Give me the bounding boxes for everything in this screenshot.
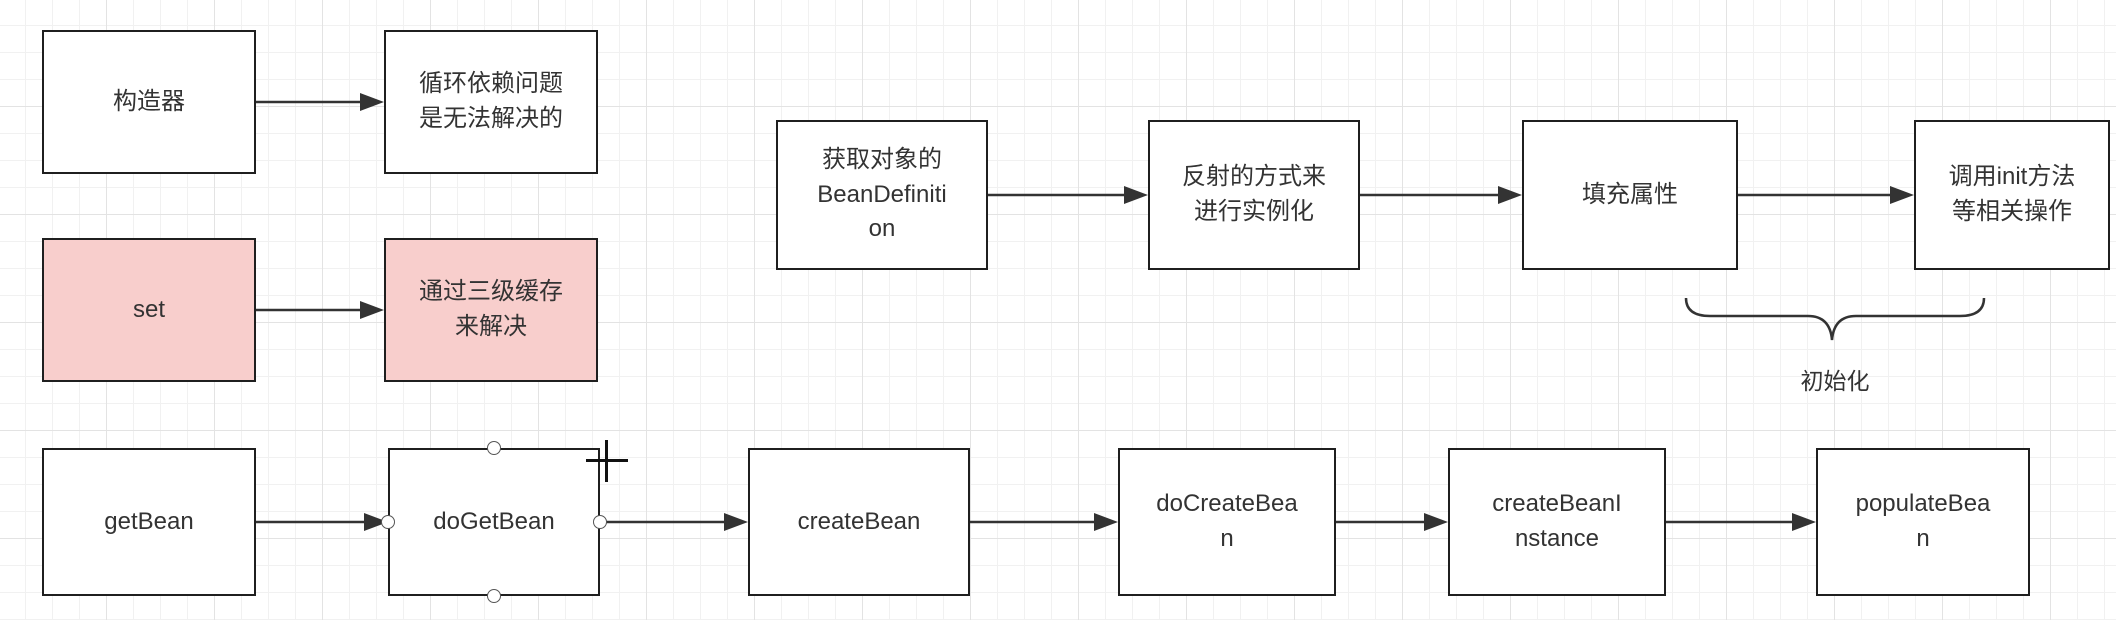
call-step-label: doGetBean [433,507,555,535]
selection-handle-top[interactable] [487,441,501,455]
init-brace [1684,297,1986,341]
lifecycle-step-init[interactable]: 调用init方法 等相关操作 [1914,120,2110,270]
arrow-getbean-to-dogetbean [256,513,388,531]
call-step-dogetbean[interactable]: doGetBean [388,448,600,596]
call-step-getbean[interactable]: getBean [42,448,256,596]
constructor-label: 构造器 [113,87,185,115]
arrow-set-to-note [256,301,384,319]
call-step-docreatebean[interactable]: doCreateBea n [1118,448,1336,596]
call-step-createbean[interactable]: createBean [748,448,970,596]
call-step-createbeaninstance[interactable]: createBeanI nstance [1448,448,1666,596]
arrow-step1-to-step2 [988,186,1148,204]
selection-handle-right[interactable] [593,515,607,529]
arrow-dogetbean-to-createbean [600,513,748,531]
lifecycle-step-label: 调用init方法 等相关操作 [1948,163,2076,225]
setter-label: set [132,295,165,323]
arrow-step3-to-step4 [1738,186,1914,204]
lifecycle-step-populate[interactable]: 填充属性 [1522,120,1738,270]
setter-box[interactable]: set [42,238,256,382]
lifecycle-step-label: 反射的方式来 进行实例化 [1182,163,1326,225]
constructor-note-box[interactable]: 循环依赖问题 是无法解决的 [384,30,598,174]
call-step-label: populateBea n [1855,490,1991,552]
arrow-constructor-to-note [256,93,384,111]
arrow-step2-to-step3 [1360,186,1522,204]
lifecycle-step-label: 填充属性 [1582,180,1678,208]
setter-note-label: 通过三级缓存 来解决 [419,278,563,340]
connector-layer [256,93,1986,531]
call-step-label: createBeanI nstance [1492,490,1622,552]
call-step-label: createBean [797,507,921,535]
arrow-docreatebean-to-createbeaninstance [1336,513,1448,531]
setter-note-box[interactable]: 通过三级缓存 来解决 [384,238,598,382]
arrow-createbeaninstance-to-populatebean [1666,513,1816,531]
selection-handle-bottom[interactable] [487,589,501,603]
crosshair-cursor-icon [586,440,628,482]
lifecycle-step-label: 获取对象的 BeanDefiniti on [817,145,947,243]
init-brace-label: 初始化 [1800,368,1870,394]
arrow-createbean-to-docreatebean [970,513,1118,531]
call-step-label: doCreateBea n [1156,490,1298,552]
constructor-box[interactable]: 构造器 [42,30,256,174]
lifecycle-step-get-definition[interactable]: 获取对象的 BeanDefiniti on [776,120,988,270]
call-step-populatebean[interactable]: populateBea n [1816,448,2030,596]
constructor-note-label: 循环依赖问题 是无法解决的 [419,70,563,132]
call-step-label: getBean [104,507,194,535]
selection-handle-left[interactable] [381,515,395,529]
lifecycle-step-instantiate[interactable]: 反射的方式来 进行实例化 [1148,120,1360,270]
